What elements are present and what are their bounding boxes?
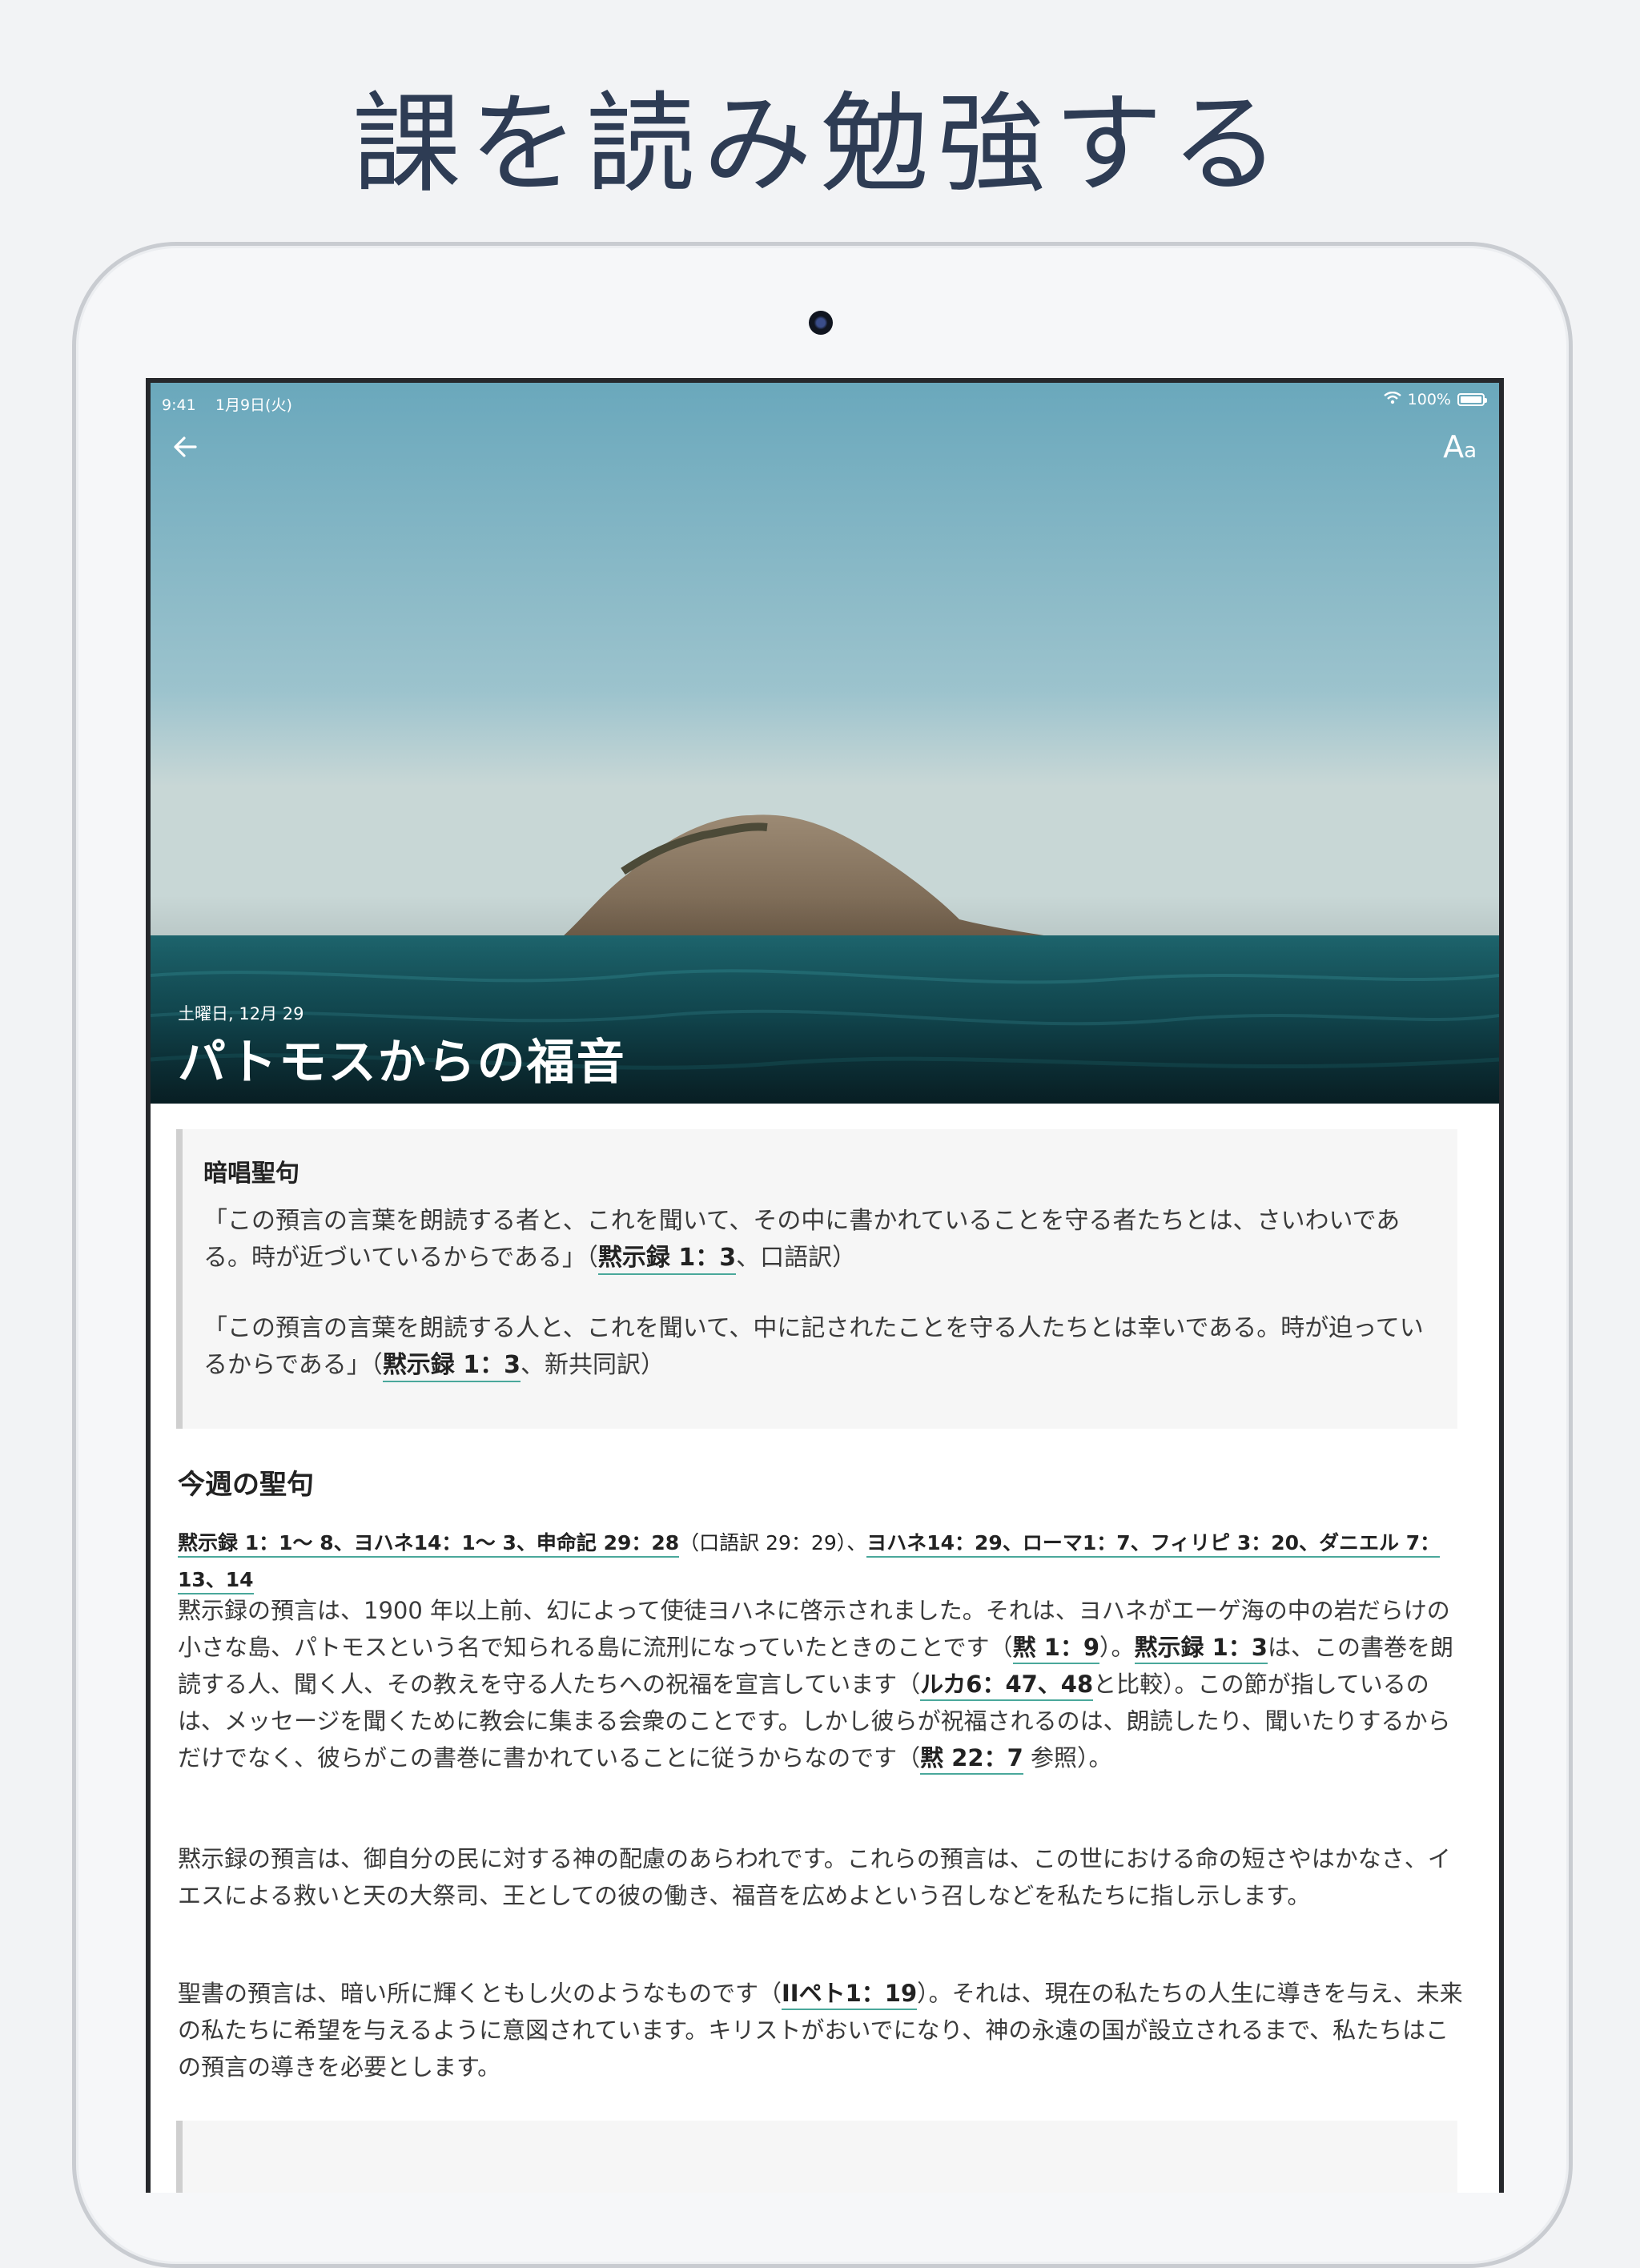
weekly-verses-note: （口語訳 29：29）、 xyxy=(679,1531,867,1554)
memory-verse-1: 「この預言の言葉を朗読する者と、これを聞いて、その中に書かれていることを守る者た… xyxy=(203,1203,1437,1277)
verse-link[interactable]: 黙 1：9 xyxy=(1012,1634,1100,1664)
status-clock: 9:41 xyxy=(162,396,196,414)
body-paragraph: 黙示録の預言は、御自分の民に対する神の配慮のあらわれです。これらの預言は、この世… xyxy=(178,1845,1451,1909)
hero-image: 9:41 1月9日(火) 100% Aa 土曜日, 12月 29 パトモスからの… xyxy=(151,383,1499,1104)
verse-link[interactable]: IIペト1：19 xyxy=(782,1980,918,2010)
memory-verse-title: 暗唱聖句 xyxy=(203,1160,299,1188)
battery-icon xyxy=(1457,393,1487,406)
memory-verse-box: 暗唱聖句 「この預言の言葉を朗読する者と、これを聞いて、その中に書かれていること… xyxy=(176,1129,1457,1429)
font-size-icon-large: A xyxy=(1443,429,1465,464)
wifi-icon xyxy=(1383,391,1401,408)
verse-link[interactable]: 黙示録 1：3 xyxy=(1134,1634,1268,1664)
back-button[interactable] xyxy=(170,431,207,468)
app-screen: 9:41 1月9日(火) 100% Aa 土曜日, 12月 29 パトモスからの… xyxy=(146,378,1504,2193)
lesson-date: 土曜日, 12月 29 xyxy=(178,1004,304,1023)
verse-link[interactable]: ルカ6：47、48 xyxy=(920,1671,1094,1701)
status-bar: 9:41 1月9日(火) 100% xyxy=(151,383,1499,415)
status-right: 100% xyxy=(1383,391,1487,408)
body-paragraph: 黙示録の預言は、1900 年以上前、幻によって使徒ヨハネに啓示されました。それは… xyxy=(178,1592,1467,1776)
battery-percent: 100% xyxy=(1407,391,1451,408)
body-paragraph: 聖書の預言は、暗い所に輝くともし火のようなものです（IIペト1：19）。それは、… xyxy=(178,1980,1463,2081)
status-date: 1月9日(火) xyxy=(215,396,292,414)
verse-link[interactable]: 黙示録 1：3 xyxy=(597,1244,737,1275)
front-camera xyxy=(809,311,833,335)
verse-link[interactable]: 黙示録 1：3 xyxy=(382,1351,521,1382)
next-section-box xyxy=(176,2121,1457,2193)
font-size-icon-small: a xyxy=(1464,439,1477,463)
verse-link[interactable]: 黙示録 1：1〜 8、ヨハネ14：1〜 3、申命記 29：28 xyxy=(178,1531,680,1558)
font-size-button[interactable]: Aa xyxy=(1443,429,1477,469)
weekly-verses-title: 今週の聖句 xyxy=(178,1469,314,1501)
status-time: 9:41 1月9日(火) xyxy=(162,393,292,415)
lesson-title: パトモスからの福音 xyxy=(178,1035,626,1091)
verse-link[interactable]: 黙 22：7 xyxy=(920,1744,1023,1775)
headline: 課を読み勉強する xyxy=(352,82,1288,208)
arrow-left-icon xyxy=(174,436,197,457)
memory-verse-2: 「この預言の言葉を朗読する人と、これを聞いて、中に記されたことを守る人たちとは幸… xyxy=(203,1310,1437,1384)
weekly-verses-list: 黙示録 1：1〜 8、ヨハネ14：1〜 3、申命記 29：28（口語訳 29：2… xyxy=(178,1525,1467,1598)
